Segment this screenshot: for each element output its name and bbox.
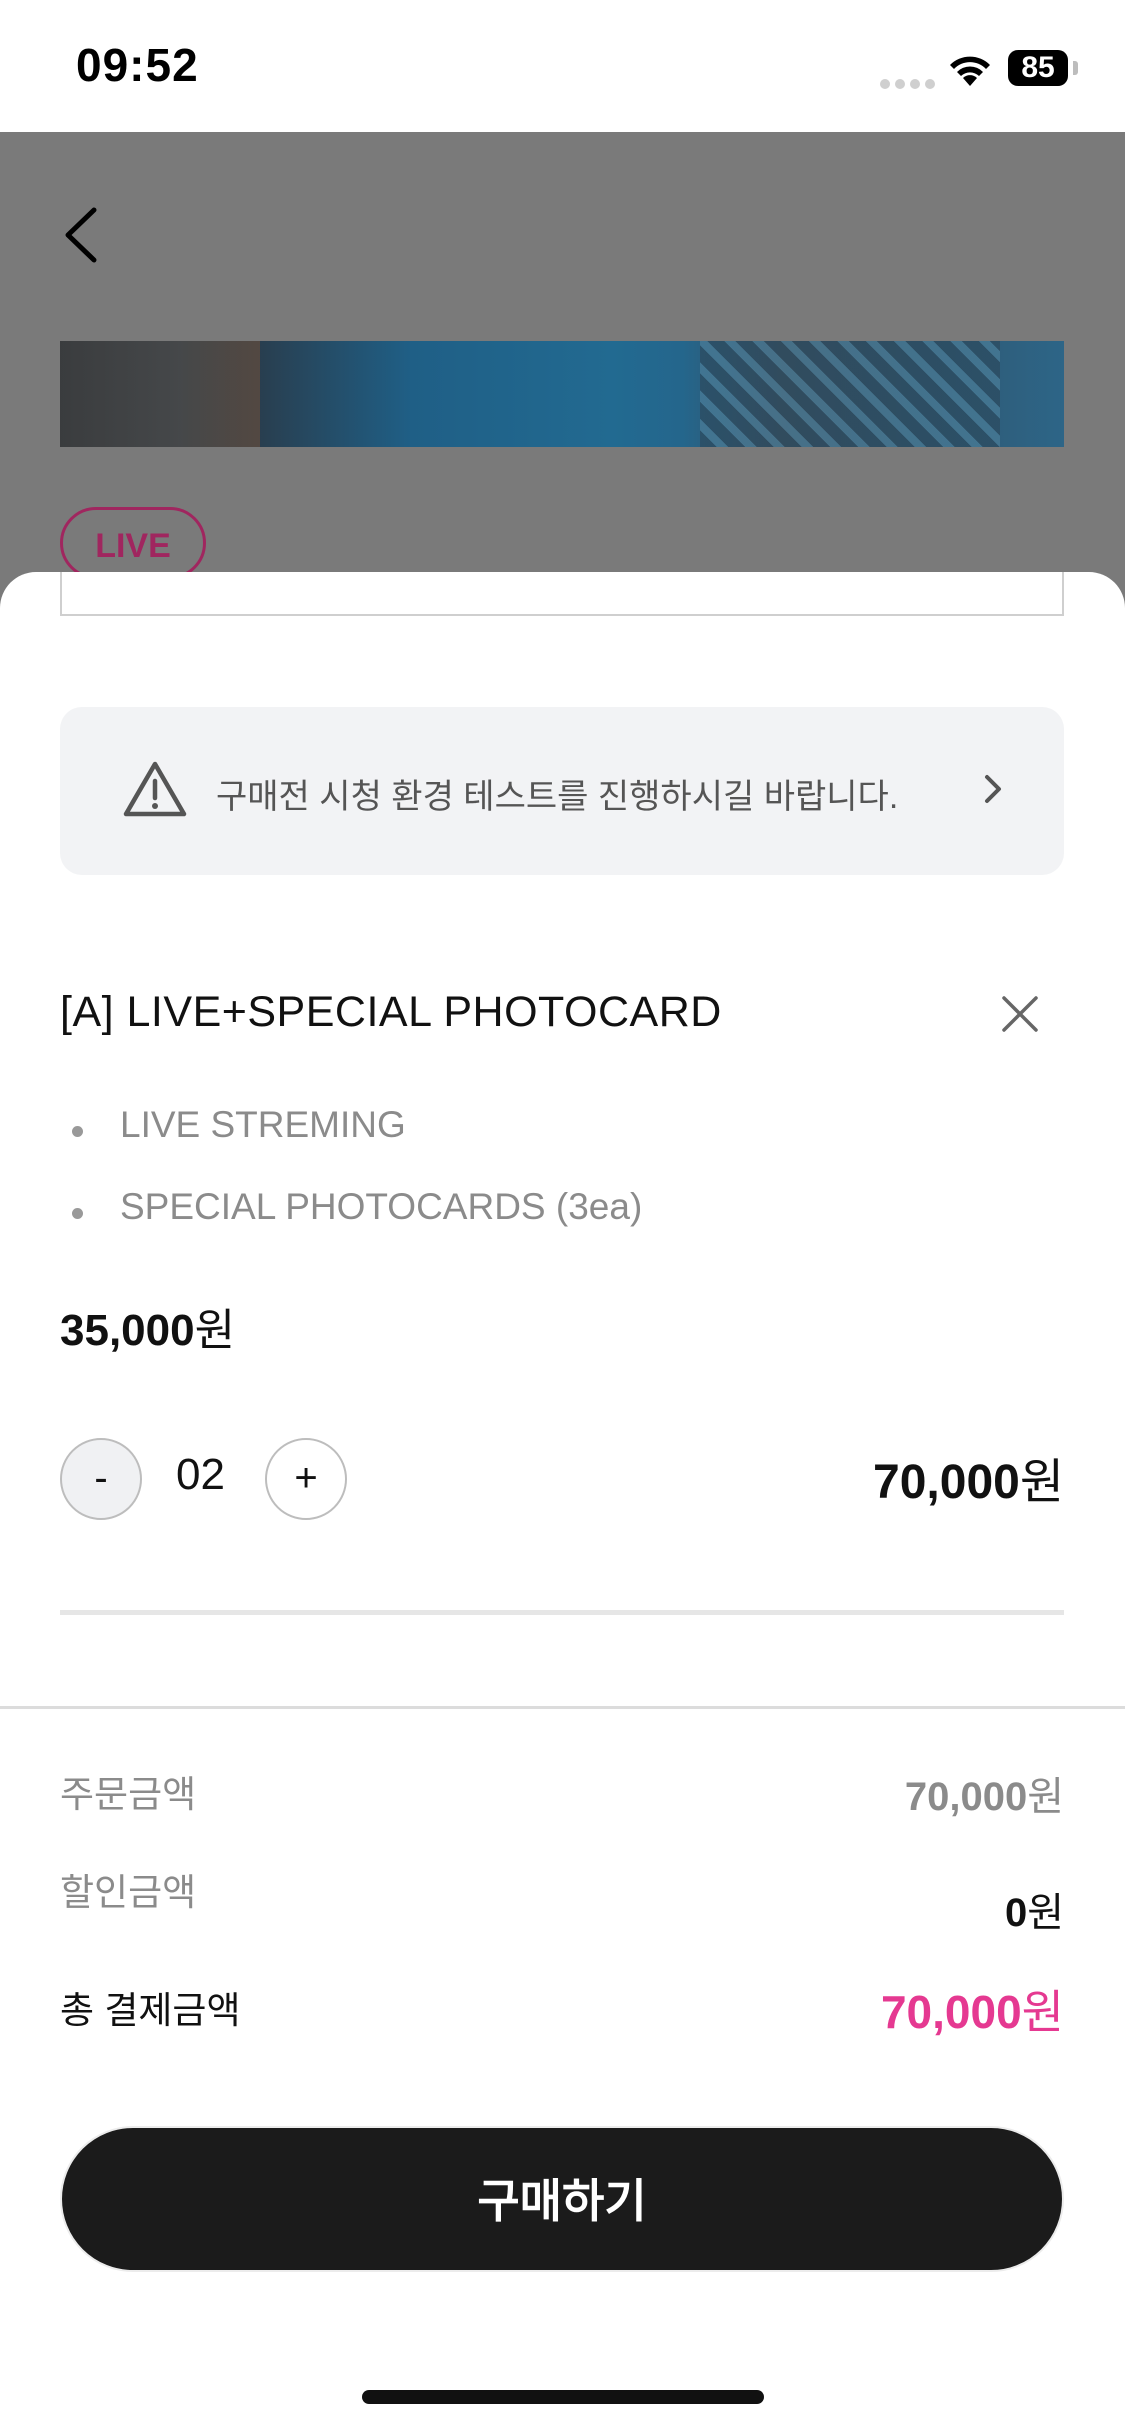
divider [60, 1610, 1064, 1615]
cellular-signal-icon [880, 76, 940, 94]
quantity-decrease-button[interactable]: - [60, 1438, 142, 1520]
order-amount-number: 70,000 [904, 1775, 1028, 1819]
feature-label: SPECIAL PHOTOCARDS (3ea) [120, 1186, 643, 1227]
discount-amount-value: 0원 [1005, 1880, 1064, 1938]
discount-amount-number: 0 [1004, 1891, 1028, 1935]
line-total-number: 70,000 [873, 1456, 1020, 1509]
chevron-left-icon[interactable] [58, 200, 108, 270]
total-payment-label: 총 결제금액 [60, 1990, 241, 2031]
event-banner-image [60, 341, 1064, 447]
bullet [72, 1126, 83, 1137]
unit-price: 35,000원 [60, 1294, 235, 1358]
home-indicator[interactable] [362, 2390, 764, 2404]
wifi-icon [950, 56, 990, 86]
option-box-edge [60, 572, 1064, 616]
status-bar: 09:52 85 [0, 0, 1125, 132]
currency-unit: 원 [1027, 1891, 1064, 1935]
unit-price-number: 35,000 [60, 1306, 195, 1355]
currency-unit: 원 [1019, 1456, 1064, 1509]
total-payment-value: 70,000원 [881, 1976, 1064, 2042]
warning-triangle-icon [123, 761, 187, 817]
currency-unit: 원 [1021, 1986, 1064, 2038]
viewing-test-notice[interactable]: 구매전 시청 환경 테스트를 진행하시길 바랍니다. [60, 707, 1064, 875]
purchase-button[interactable]: 구매하기 [60, 2126, 1064, 2272]
discount-amount-label: 할인금액 [60, 1872, 197, 1913]
live-tag: LIVE [60, 507, 206, 579]
purchase-bottom-sheet: 구매전 시청 환경 테스트를 진행하시길 바랍니다. [A] LIVE+SPEC… [0, 572, 1125, 2436]
order-amount-value: 70,000원 [905, 1764, 1064, 1822]
quantity-increase-button[interactable]: + [265, 1438, 347, 1520]
bullet [72, 1208, 83, 1219]
notice-text: 구매전 시청 환경 테스트를 진행하시길 바랍니다. [216, 778, 899, 816]
status-time: 09:52 [76, 39, 199, 91]
order-amount-label: 주문금액 [60, 1774, 197, 1815]
currency-unit: 원 [1027, 1775, 1064, 1819]
feature-label: LIVE STREMING [120, 1104, 406, 1145]
line-total: 70,000원 [873, 1442, 1064, 1512]
divider [0, 1706, 1125, 1709]
battery-tip [1073, 61, 1078, 75]
currency-unit: 원 [194, 1306, 236, 1355]
battery-icon: 85 [1008, 50, 1068, 86]
quantity-value: 02 [176, 1450, 225, 1499]
product-title: [A] LIVE+SPECIAL PHOTOCARD [60, 988, 722, 1036]
chevron-right-icon [985, 775, 1001, 803]
close-icon[interactable] [998, 992, 1042, 1036]
total-payment-number: 70,000 [880, 1986, 1022, 2038]
